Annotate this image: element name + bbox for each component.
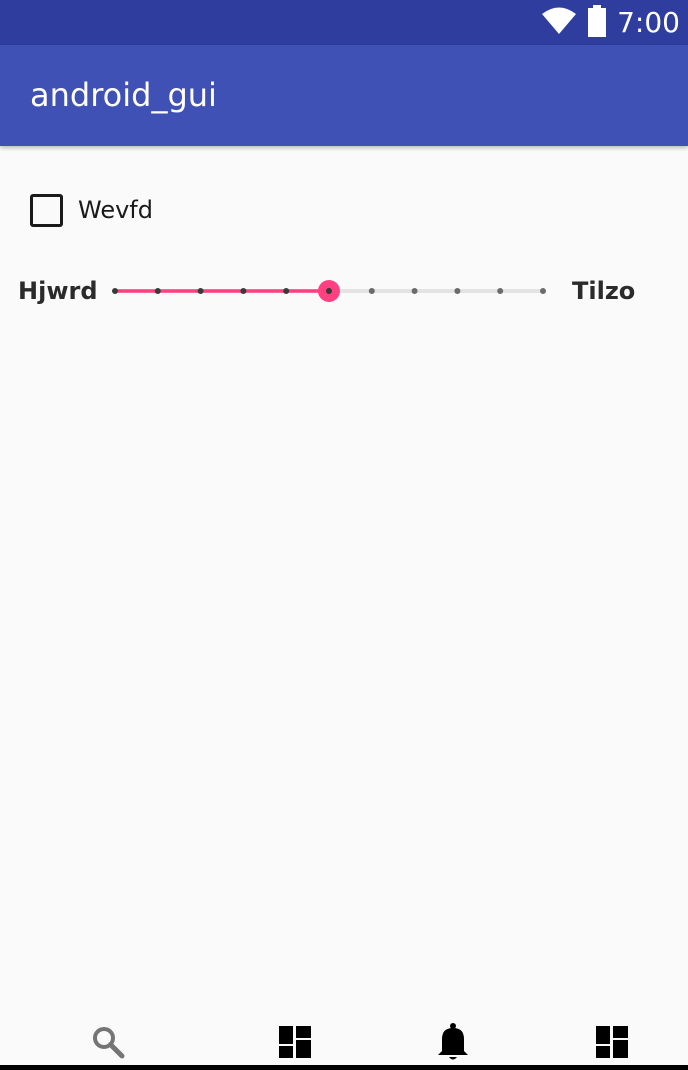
discrete-slider[interactable] <box>100 271 558 311</box>
status-bar: 7:00 <box>0 0 688 45</box>
status-time: 7:00 <box>617 6 680 39</box>
wifi-icon <box>541 6 577 40</box>
nav-dashboard[interactable] <box>275 1024 315 1064</box>
app-title: android_gui <box>30 76 217 114</box>
bottom-navigation <box>0 1010 688 1065</box>
slider-tick <box>540 288 546 294</box>
slider-max-label: Tilzo <box>572 277 636 305</box>
slider-tick <box>197 288 204 294</box>
search-icon <box>90 1024 126 1064</box>
checkbox-label: Wevfd <box>78 196 153 224</box>
checkbox-box[interactable] <box>30 193 63 227</box>
slider-thumb-tick <box>326 288 332 294</box>
screen-bottom-edge <box>0 1065 688 1070</box>
slider-tick <box>240 288 247 294</box>
slider-tick <box>454 288 461 294</box>
status-icons: 7:00 <box>541 0 680 45</box>
slider-tick <box>368 288 375 294</box>
nav-dashboard-2[interactable] <box>592 1024 632 1064</box>
wevfd-checkbox[interactable]: Wevfd <box>30 193 153 227</box>
battery-icon <box>587 4 607 41</box>
slider-min-label: Hjwrd <box>18 277 98 305</box>
bell-icon <box>436 1023 470 1065</box>
dashboard-icon <box>595 1025 629 1063</box>
slider-tick <box>497 288 504 294</box>
nav-search[interactable] <box>88 1024 128 1064</box>
slider-tick <box>154 288 161 294</box>
slider-tick <box>411 288 418 294</box>
nav-notifications[interactable] <box>433 1023 473 1065</box>
slider-tick <box>112 288 118 294</box>
slider-tick <box>283 288 290 294</box>
dashboard-icon <box>278 1025 312 1063</box>
app-bar: android_gui <box>0 45 688 146</box>
